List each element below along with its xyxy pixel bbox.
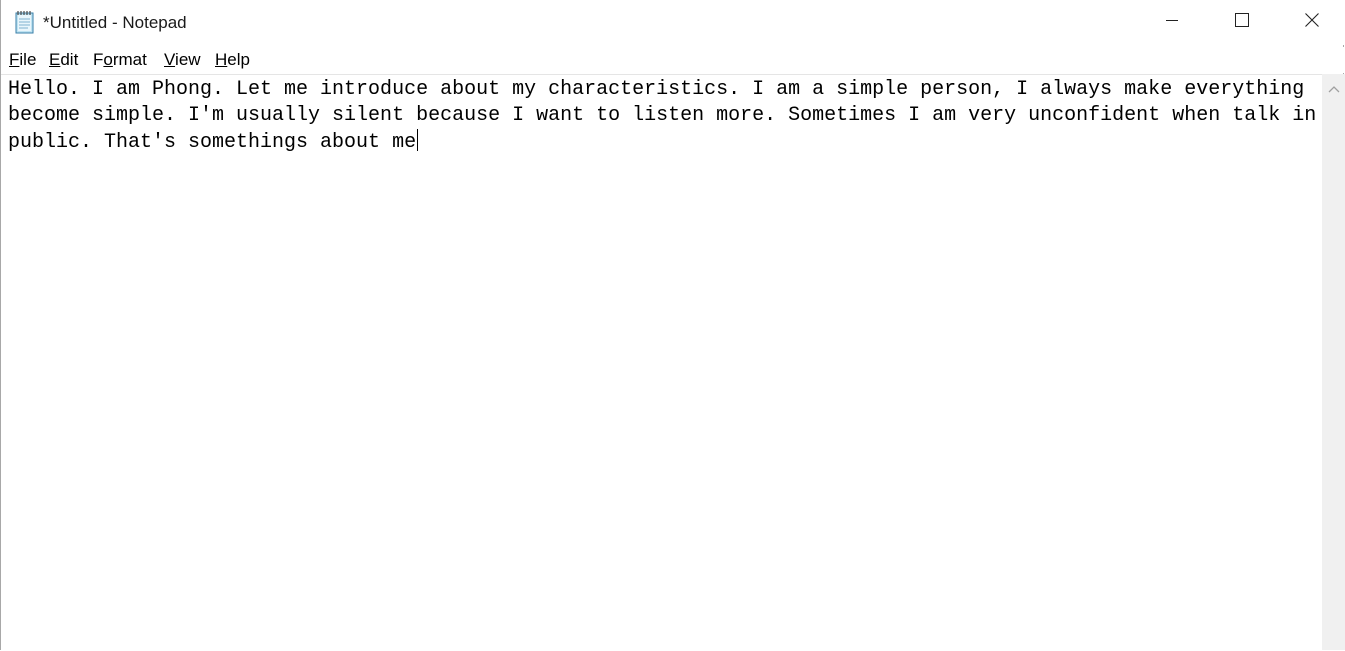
menu-edit-mnemonic: E — [49, 50, 61, 69]
notepad-window: *Untitled - Notepad File Edit Format Vie… — [0, 0, 1345, 650]
menu-help[interactable]: Help — [215, 50, 250, 70]
scroll-up-button[interactable] — [1322, 74, 1345, 104]
close-button[interactable] — [1277, 0, 1345, 45]
editor-content[interactable]: Hello. I am Phong. Let me introduce abou… — [8, 77, 1320, 156]
editor-text: Hello. I am Phong. Let me introduce abou… — [8, 78, 1317, 154]
text-editor[interactable]: Hello. I am Phong. Let me introduce abou… — [1, 74, 1322, 650]
maximize-icon — [1234, 12, 1250, 33]
minimize-button[interactable] — [1137, 0, 1207, 45]
title-bar[interactable]: *Untitled - Notepad — [1, 0, 1345, 45]
notepad-icon — [14, 10, 37, 34]
menu-edit[interactable]: Edit — [49, 50, 78, 70]
menu-format-mnemonic: o — [103, 50, 113, 69]
menu-view[interactable]: View — [164, 50, 201, 70]
menu-view-mnemonic: V — [164, 50, 176, 69]
menu-file-mnemonic: F — [9, 50, 20, 69]
menu-edit-label: dit — [60, 50, 79, 69]
menu-bar: File Edit Format View Help — [1, 47, 1345, 73]
menu-view-label: iew — [175, 50, 201, 69]
minimize-icon — [1164, 12, 1180, 33]
maximize-button[interactable] — [1207, 0, 1277, 45]
menu-file-label: ile — [19, 50, 37, 69]
menu-format-pre: F — [93, 50, 104, 69]
text-caret — [417, 129, 419, 151]
menu-format[interactable]: Format — [93, 50, 147, 70]
menu-help-mnemonic: H — [215, 50, 228, 69]
menu-format-label: rmat — [112, 50, 147, 69]
close-icon — [1304, 12, 1320, 33]
vertical-scrollbar[interactable] — [1322, 74, 1345, 650]
menu-help-label: elp — [227, 50, 250, 69]
menu-file[interactable]: File — [9, 50, 36, 70]
chevron-up-icon — [1328, 80, 1340, 98]
window-title: *Untitled - Notepad — [43, 13, 187, 32]
